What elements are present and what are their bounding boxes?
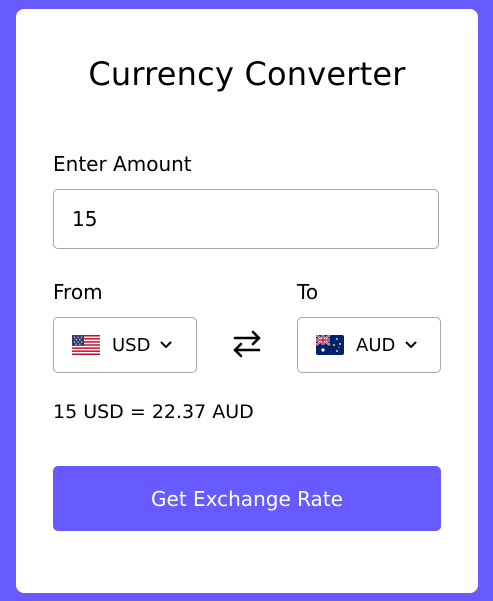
to-currency-select[interactable]: AUD (297, 317, 441, 373)
chevron-down-icon (405, 341, 417, 348)
get-exchange-rate-button[interactable]: Get Exchange Rate (53, 466, 441, 531)
to-label: To (297, 280, 319, 304)
amount-label: Enter Amount (53, 152, 192, 176)
page-title: Currency Converter (88, 55, 406, 93)
us-flag-icon (72, 335, 100, 355)
exchange-result: 15 USD = 22.37 AUD (53, 401, 254, 423)
chevron-down-icon (160, 341, 172, 348)
from-currency-code: USD (112, 334, 151, 356)
converter-card: Currency Converter Enter Amount From USD (16, 9, 478, 593)
amount-input[interactable] (53, 189, 439, 249)
swap-icon[interactable] (230, 327, 264, 361)
from-currency-select[interactable]: USD (53, 317, 197, 373)
from-label: From (53, 280, 103, 304)
to-currency-code: AUD (356, 334, 396, 356)
au-flag-icon (316, 335, 344, 355)
